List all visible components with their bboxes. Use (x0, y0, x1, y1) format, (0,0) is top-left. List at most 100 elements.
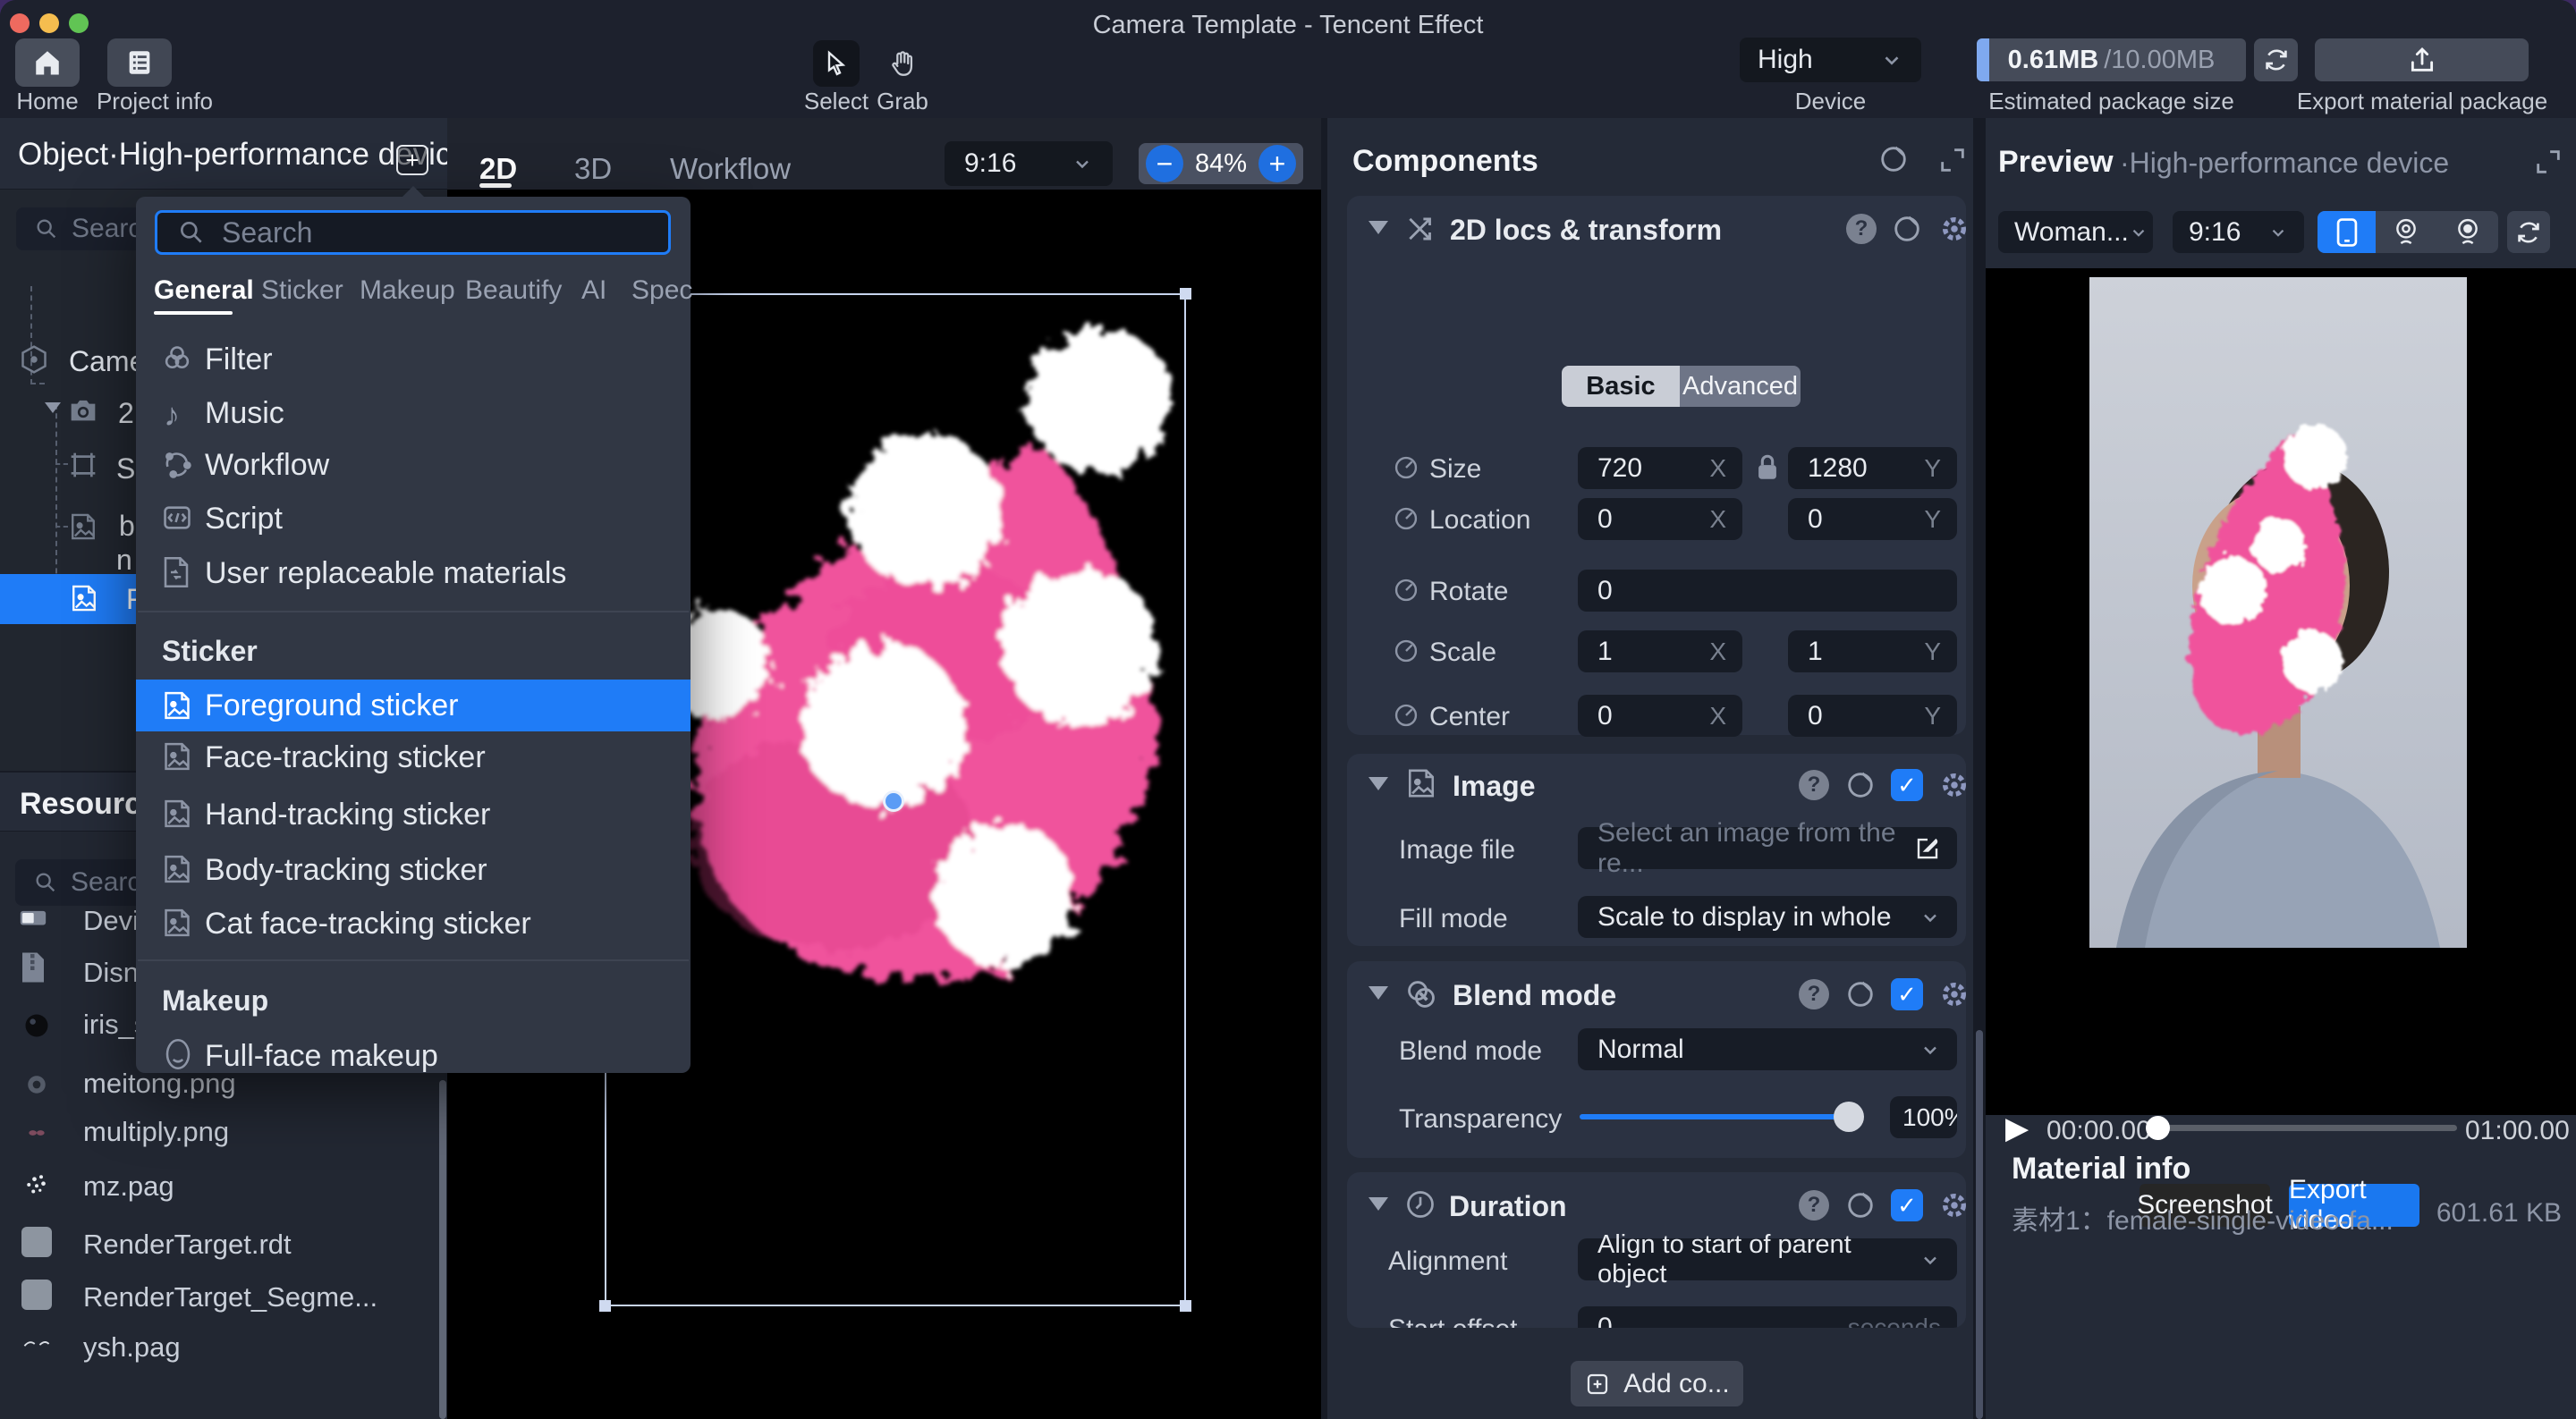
lock-icon[interactable] (1754, 452, 1781, 483)
menu-item-full-face-makeup[interactable]: Full-face makeup (205, 1039, 438, 1073)
menu-item-foreground-sticker-selected[interactable]: Foreground sticker (136, 680, 691, 731)
reset-icon[interactable] (1891, 213, 1923, 245)
menu-item-music[interactable]: Music (205, 396, 284, 431)
size-y-input[interactable]: 1280Y (1788, 447, 1957, 489)
device-select[interactable]: High (1740, 38, 1921, 82)
collapse-section-icon[interactable] (1368, 221, 1388, 234)
scale-y-input[interactable]: 1Y (1788, 630, 1957, 672)
timeline-knob[interactable] (2146, 1116, 2170, 1140)
scale-x-input[interactable]: 1X (1578, 630, 1742, 672)
menu-tab-ai[interactable]: AI (581, 275, 606, 306)
gear-icon[interactable] (1937, 768, 1971, 802)
transparency-value[interactable]: 100% (1890, 1096, 1957, 1138)
tab-3d[interactable]: 3D (574, 152, 612, 186)
collapse-panel-icon[interactable] (1937, 145, 1968, 175)
reset-icon[interactable] (1844, 769, 1877, 801)
resource-item[interactable]: multiply.png (83, 1116, 229, 1148)
resource-item[interactable]: Disn (83, 957, 139, 989)
start-offset-input[interactable]: 0 seconds (1578, 1306, 1957, 1328)
keyframe-icon[interactable] (1392, 637, 1420, 665)
help-icon[interactable]: ? (1799, 1190, 1829, 1221)
keyframe-icon[interactable] (1392, 701, 1420, 730)
refresh-package-button[interactable] (2254, 38, 2298, 81)
menu-item-body-tracking[interactable]: Body-tracking sticker (205, 853, 487, 888)
menu-search-input[interactable]: Search (155, 210, 671, 255)
keyframe-icon[interactable] (1392, 504, 1420, 533)
tree-caret-icon[interactable] (45, 402, 61, 413)
collapse-section-icon[interactable] (1368, 777, 1388, 790)
tree-node-camera-child[interactable]: 2 (118, 397, 134, 430)
resource-item[interactable]: mz.pag (83, 1170, 174, 1203)
menu-item-workflow[interactable]: Workflow (205, 448, 329, 483)
selection-handle[interactable] (1180, 1300, 1191, 1312)
menu-tab-spec[interactable]: Spec (631, 275, 692, 306)
tree-node-camera[interactable]: Came (69, 345, 145, 378)
collapse-section-icon[interactable] (1368, 1197, 1388, 1211)
add-component-button[interactable]: Add co... (1571, 1361, 1743, 1406)
menu-item-filter[interactable]: Filter (205, 342, 273, 377)
components-scrollbar[interactable] (1976, 1030, 1983, 1419)
refresh-preview-button[interactable] (2507, 211, 2550, 253)
keyframe-icon[interactable] (1392, 576, 1420, 604)
add-object-button[interactable]: + (396, 145, 428, 175)
resource-item[interactable]: ysh.pag (83, 1331, 181, 1364)
grab-tool-button[interactable] (879, 40, 926, 87)
fill-mode-select[interactable]: Scale to display in whole (1578, 896, 1957, 938)
webcam-source-button[interactable] (2376, 211, 2436, 253)
rotate-input[interactable]: 0 (1578, 570, 1957, 612)
selection-anchor-dot[interactable] (883, 790, 904, 812)
center-y-input[interactable]: 0Y (1788, 695, 1957, 737)
menu-tab-makeup[interactable]: Makeup (360, 275, 455, 306)
zoom-out-button[interactable]: − (1146, 145, 1183, 182)
location-x-input[interactable]: 0X (1578, 498, 1742, 540)
play-button[interactable]: ▶ (2005, 1111, 2029, 1146)
left-panel-scrollbar[interactable] (439, 1080, 446, 1419)
collapse-section-icon[interactable] (1368, 986, 1388, 1000)
reset-icon[interactable] (1844, 978, 1877, 1010)
enabled-checkbox[interactable]: ✓ (1891, 1189, 1923, 1221)
export-package-button[interactable] (2315, 38, 2529, 81)
gear-icon[interactable] (1937, 1188, 1966, 1222)
menu-item-script[interactable]: Script (205, 502, 283, 536)
webcam-alt-source-button[interactable] (2436, 211, 2498, 253)
enabled-checkbox[interactable]: ✓ (1891, 769, 1923, 801)
menu-item-cat-face-tracking[interactable]: Cat face-tracking sticker (205, 907, 531, 942)
alignment-select[interactable]: Align to start of parent object (1578, 1238, 1957, 1280)
reset-icon[interactable] (1844, 1189, 1877, 1221)
menu-tab-general[interactable]: General (154, 275, 254, 306)
help-icon[interactable]: ? (1799, 770, 1829, 800)
phone-source-button[interactable] (2318, 211, 2376, 253)
menu-item-hand-tracking[interactable]: Hand-tracking sticker (205, 798, 490, 832)
project-info-button[interactable] (107, 38, 172, 87)
menu-tab-beautify[interactable]: Beautify (465, 275, 562, 306)
help-icon[interactable]: ? (1799, 979, 1829, 1009)
selection-handle[interactable] (599, 1300, 611, 1312)
blend-mode-select[interactable]: Normal (1578, 1028, 1957, 1070)
collapse-panel-icon[interactable] (2533, 147, 2563, 177)
enabled-checkbox[interactable]: ✓ (1891, 978, 1923, 1010)
select-tool-button[interactable] (813, 40, 860, 87)
preview-model-select[interactable]: Woman... (1998, 211, 2153, 253)
resource-item[interactable]: RenderTarget_Segme... (83, 1281, 377, 1313)
tab-2d[interactable]: 2D (479, 152, 517, 186)
aspect-ratio-select[interactable]: 9:16 (945, 141, 1113, 186)
reset-all-icon[interactable] (1877, 143, 1910, 175)
gear-icon[interactable] (1937, 977, 1971, 1011)
menu-item-face-tracking[interactable]: Face-tracking sticker (205, 740, 486, 775)
size-x-input[interactable]: 720X (1578, 447, 1742, 489)
keyframe-icon[interactable] (1392, 453, 1420, 482)
tree-node-b[interactable]: b (119, 510, 135, 543)
zoom-in-button[interactable]: + (1258, 145, 1296, 182)
tree-node-screen[interactable]: S (116, 452, 135, 486)
menu-item-user-replaceable[interactable]: User replaceable materials (205, 556, 566, 591)
home-button[interactable] (15, 38, 80, 87)
preview-ratio-select[interactable]: 9:16 (2173, 211, 2304, 253)
timeline-track[interactable] (2148, 1125, 2457, 1131)
image-file-select-button[interactable]: Select an image from the re... (1578, 827, 1957, 869)
transparency-slider-knob[interactable] (1834, 1102, 1864, 1132)
resource-item[interactable]: RenderTarget.rdt (83, 1229, 292, 1261)
center-x-input[interactable]: 0X (1578, 695, 1742, 737)
basic-tab[interactable]: Basic (1562, 366, 1680, 407)
menu-tab-sticker[interactable]: Sticker (261, 275, 343, 306)
transparency-slider-track[interactable] (1580, 1114, 1857, 1119)
